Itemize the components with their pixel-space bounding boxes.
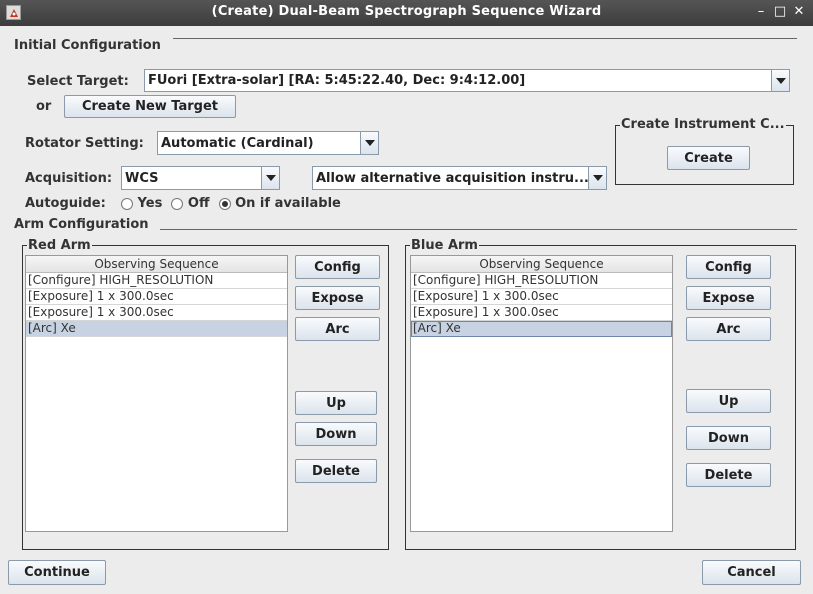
blue-arm-column-header[interactable]: Observing Sequence — [411, 256, 672, 273]
create-instrument-button[interactable]: Create — [667, 146, 750, 170]
blue-expose-button[interactable]: Expose — [686, 286, 771, 310]
section-divider — [173, 38, 797, 39]
create-instrument-group-title: Create Instrument C... — [620, 117, 786, 132]
red-arm-column-header[interactable]: Observing Sequence — [26, 256, 287, 273]
red-arm-title: Red Arm — [27, 238, 92, 253]
red-arm-sequence-table[interactable]: Observing Sequence [Configure] HIGH_RESO… — [25, 255, 288, 532]
window-title: (Create) Dual-Beam Spectrograph Sequence… — [211, 4, 602, 19]
blue-delete-button[interactable]: Delete — [686, 463, 771, 487]
title-bar: (Create) Dual-Beam Spectrograph Sequence… — [0, 0, 813, 26]
table-row[interactable]: [Arc] Xe — [26, 321, 287, 337]
section-divider — [160, 229, 797, 230]
autoguide-on-if-available-label[interactable]: On if available — [235, 196, 341, 211]
table-row[interactable]: [Configure] HIGH_RESOLUTION — [411, 273, 672, 289]
minimize-icon[interactable]: – — [752, 3, 770, 21]
table-row[interactable]: [Exposure] 1 x 300.0sec — [411, 305, 672, 321]
autoguide-yes-label[interactable]: Yes — [138, 196, 163, 211]
autoguide-yes-radio[interactable] — [121, 197, 133, 210]
autoguide-on-if-available-radio[interactable] — [218, 197, 231, 210]
cancel-button[interactable]: Cancel — [702, 560, 801, 585]
red-down-button[interactable]: Down — [295, 422, 377, 446]
alt-acquisition-combo[interactable]: Allow alternative acquisition instru... — [312, 166, 607, 190]
blue-up-button[interactable]: Up — [686, 389, 771, 413]
continue-button[interactable]: Continue — [8, 560, 106, 585]
chevron-down-icon[interactable] — [360, 132, 378, 154]
alt-acquisition-value: Allow alternative acquisition instru... — [316, 170, 589, 186]
blue-config-button[interactable]: Config — [686, 255, 771, 279]
red-expose-button[interactable]: Expose — [295, 286, 380, 310]
autoguide-label: Autoguide: — [25, 196, 106, 211]
blue-arm-title: Blue Arm — [410, 238, 479, 253]
target-combo[interactable]: FUori [Extra-solar] [RA: 5:45:22.40, Dec… — [144, 69, 790, 92]
acquisition-combo[interactable]: WCS — [121, 166, 280, 190]
arm-configuration-heading: Arm Configuration — [14, 217, 149, 232]
footer-bar — [0, 554, 813, 594]
autoguide-radio-group: Yes Off On if available — [121, 196, 341, 211]
red-up-button[interactable]: Up — [295, 391, 377, 415]
blue-down-button[interactable]: Down — [686, 426, 771, 450]
table-row[interactable]: [Configure] HIGH_RESOLUTION — [26, 273, 287, 289]
create-new-target-button[interactable]: Create New Target — [64, 95, 236, 118]
red-config-button[interactable]: Config — [295, 255, 380, 279]
blue-arc-button[interactable]: Arc — [686, 317, 771, 341]
initial-configuration-heading: Initial Configuration — [14, 38, 161, 53]
acquisition-value: WCS — [125, 170, 159, 186]
autoguide-off-label[interactable]: Off — [188, 196, 210, 211]
rotator-setting-label: Rotator Setting: — [25, 136, 144, 151]
or-label: or — [36, 99, 52, 114]
red-arc-button[interactable]: Arc — [295, 317, 380, 341]
maximize-icon[interactable]: □ — [771, 3, 789, 21]
target-value: FUori [Extra-solar] [RA: 5:45:22.40, Dec… — [148, 73, 526, 88]
rotator-setting-combo[interactable]: Automatic (Cardinal) — [157, 131, 379, 155]
blue-arm-sequence-table[interactable]: Observing Sequence [Configure] HIGH_RESO… — [410, 255, 673, 532]
acquisition-label: Acquisition: — [25, 171, 113, 186]
chevron-down-icon[interactable] — [261, 167, 279, 189]
rotator-setting-value: Automatic (Cardinal) — [161, 135, 314, 151]
close-icon[interactable]: ✕ — [790, 3, 808, 21]
autoguide-off-radio[interactable] — [171, 197, 184, 210]
table-row[interactable]: [Exposure] 1 x 300.0sec — [26, 305, 287, 321]
chevron-down-icon[interactable] — [771, 70, 789, 91]
table-row[interactable]: [Arc] Xe — [411, 321, 672, 337]
table-row[interactable]: [Exposure] 1 x 300.0sec — [411, 289, 672, 305]
select-target-label: Select Target: — [27, 74, 129, 89]
red-delete-button[interactable]: Delete — [295, 459, 377, 483]
table-row[interactable]: [Exposure] 1 x 300.0sec — [26, 289, 287, 305]
chevron-down-icon[interactable] — [588, 167, 606, 189]
